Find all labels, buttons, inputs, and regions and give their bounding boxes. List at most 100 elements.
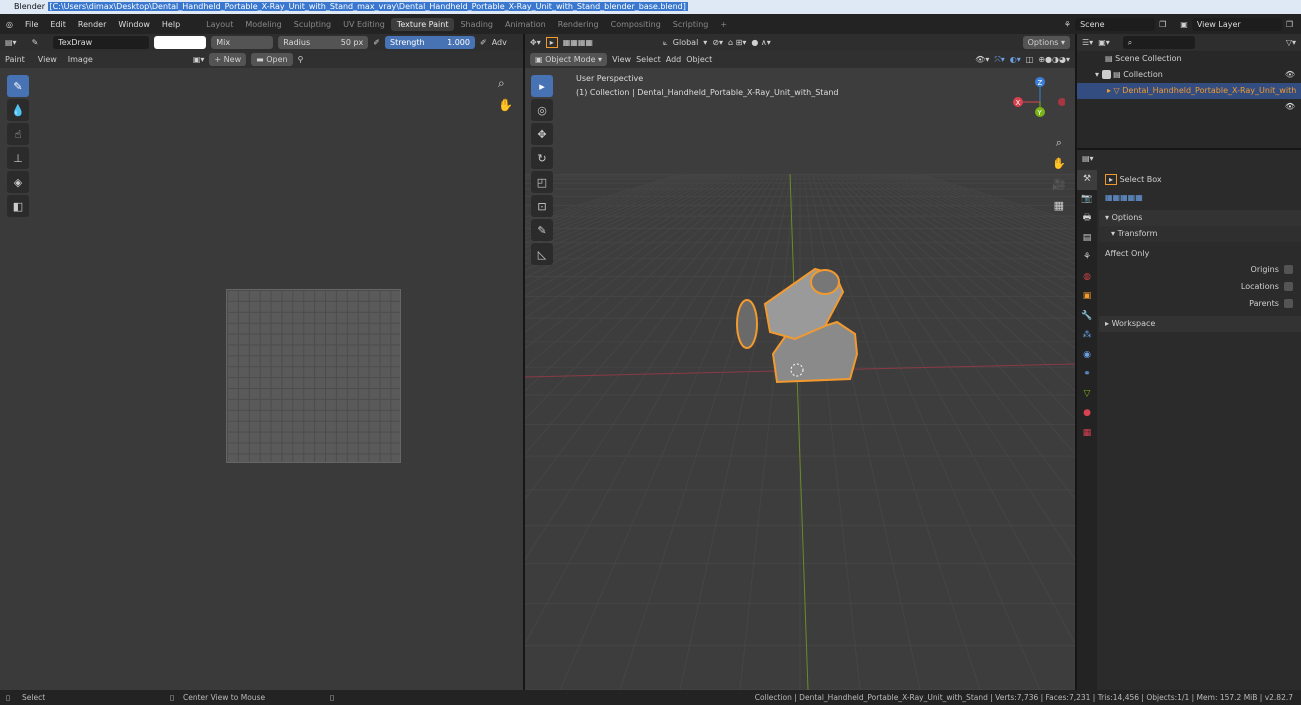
- scene-tab-icon[interactable]: ⚘: [1077, 248, 1097, 268]
- view-layer-icon[interactable]: ▣: [1180, 20, 1188, 29]
- orientation-select[interactable]: Global: [673, 38, 699, 47]
- filter-icon[interactable]: ▽▾: [1286, 38, 1296, 47]
- outliner-scene-collection[interactable]: ▤ Scene Collection: [1077, 51, 1301, 67]
- fill-tool-icon[interactable]: ◈: [7, 171, 29, 193]
- strength-pressure-icon[interactable]: ✐: [480, 38, 487, 47]
- view-layer-selector[interactable]: View Layer: [1191, 17, 1282, 31]
- perspective-grid-icon[interactable]: ▦: [1052, 195, 1066, 216]
- new-image-button[interactable]: + New: [209, 53, 247, 66]
- tab-texture-paint[interactable]: Texture Paint: [390, 17, 455, 31]
- outliner-collection[interactable]: ▾ ▤ Collection 👁: [1077, 67, 1301, 83]
- blend-mode-select[interactable]: Mix: [211, 36, 274, 49]
- color-swatch[interactable]: [154, 36, 207, 49]
- annotate-icon[interactable]: ✎: [531, 219, 553, 241]
- tab-uv-editing[interactable]: UV Editing: [337, 18, 391, 31]
- selection-mode-icons[interactable]: ▦▦▦▦▦: [1099, 190, 1301, 206]
- tab-modeling[interactable]: Modeling: [239, 18, 287, 31]
- view-layer-tab-icon[interactable]: ▤: [1077, 229, 1097, 249]
- select-menu[interactable]: Select: [636, 55, 661, 64]
- transform-subpanel-header[interactable]: ▾ Transform: [1099, 226, 1301, 242]
- zoom-icon[interactable]: ⌕: [1052, 132, 1066, 153]
- render-tab-icon[interactable]: 📷: [1077, 190, 1097, 210]
- select-box-icon[interactable]: ▸: [531, 75, 553, 97]
- mask-tool-icon[interactable]: ◧: [7, 195, 29, 217]
- advanced-menu[interactable]: Adv: [492, 38, 507, 47]
- material-tab-icon[interactable]: ●: [1077, 404, 1097, 424]
- blender-logo-icon[interactable]: ◎: [0, 20, 19, 29]
- proportional-icon[interactable]: ● ∧▾: [751, 38, 770, 47]
- rotate-icon[interactable]: ↻: [531, 147, 553, 169]
- data-tab-icon[interactable]: ▽: [1077, 385, 1097, 405]
- tab-compositing[interactable]: Compositing: [605, 18, 667, 31]
- outliner-object-row[interactable]: ▸ ▽ Dental_Handheld_Portable_X-Ray_Unit_…: [1077, 83, 1301, 111]
- soften-tool-icon[interactable]: 💧: [7, 99, 29, 121]
- add-workspace-button[interactable]: +: [714, 18, 733, 31]
- editor-type-icon[interactable]: ▤▾: [5, 38, 17, 47]
- move-icon[interactable]: ✥: [531, 123, 553, 145]
- smear-tool-icon[interactable]: ☝: [7, 123, 29, 145]
- draw-tool-icon[interactable]: ✎: [7, 75, 29, 97]
- pan-hand-icon[interactable]: ✋: [1052, 153, 1066, 174]
- workspace-panel-header[interactable]: ▸ Workspace: [1099, 316, 1301, 332]
- menu-render[interactable]: Render: [72, 20, 112, 29]
- strength-slider[interactable]: Strength 1.000: [384, 36, 475, 49]
- display-mode-icon[interactable]: ▣▾: [1098, 38, 1110, 47]
- gizmo-toggle-icon[interactable]: ⤧▾: [994, 55, 1004, 65]
- brush-name-field[interactable]: TexDraw: [53, 36, 150, 49]
- world-tab-icon[interactable]: ◍: [1077, 268, 1097, 288]
- active-tool[interactable]: ▸ Select Box: [1099, 170, 1301, 190]
- paint-mode-menu[interactable]: Paint: [5, 55, 25, 64]
- pan-hand-icon[interactable]: ✋: [498, 98, 513, 112]
- pin-icon[interactable]: ⚲: [298, 55, 304, 64]
- parents-checkbox[interactable]: Parents: [1099, 296, 1301, 312]
- texture-tab-icon[interactable]: ▦: [1077, 424, 1097, 444]
- menu-file[interactable]: File: [19, 20, 44, 29]
- scene-selector[interactable]: Scene: [1075, 17, 1156, 31]
- navigation-gizmo[interactable]: Z X Y: [1010, 76, 1065, 126]
- menu-help[interactable]: Help: [156, 20, 186, 29]
- object-tab-icon[interactable]: ▣: [1077, 287, 1097, 307]
- camera-icon[interactable]: 🎥: [1052, 174, 1066, 195]
- measure-icon[interactable]: ◺: [531, 243, 553, 265]
- output-tab-icon[interactable]: 🖶: [1077, 209, 1097, 229]
- cursor-icon[interactable]: ◎: [531, 99, 553, 121]
- clone-tool-icon[interactable]: ⊥: [7, 147, 29, 169]
- origins-checkbox[interactable]: Origins: [1099, 262, 1301, 278]
- orientation-icon[interactable]: ⟀: [663, 38, 668, 48]
- scene-icon[interactable]: ⚘: [1064, 20, 1071, 29]
- view-menu[interactable]: View: [38, 55, 57, 64]
- tab-scripting[interactable]: Scripting: [667, 18, 715, 31]
- open-image-button[interactable]: ▬ Open: [251, 53, 293, 66]
- modifier-tab-icon[interactable]: 🔧: [1077, 307, 1097, 327]
- physics-tab-icon[interactable]: ◉: [1077, 346, 1097, 366]
- new-scene-icon[interactable]: ❐: [1159, 20, 1166, 29]
- tool-tab-icon[interactable]: ⚒: [1077, 170, 1097, 190]
- locations-checkbox[interactable]: Locations: [1099, 279, 1301, 295]
- menu-edit[interactable]: Edit: [44, 20, 72, 29]
- menu-window[interactable]: Window: [112, 20, 156, 29]
- scale-icon[interactable]: ◰: [531, 171, 553, 193]
- object-mode-select[interactable]: ▣ Object Mode ▾: [530, 53, 608, 66]
- radius-pressure-icon[interactable]: ✐: [373, 38, 380, 47]
- xray-toggle-icon[interactable]: ◫: [1026, 55, 1034, 64]
- pivot-icon[interactable]: ⊘▾: [712, 38, 723, 47]
- image-browse-icon[interactable]: ▣▾: [193, 55, 205, 64]
- editor-type-icon[interactable]: ✥▾: [530, 38, 541, 47]
- tab-animation[interactable]: Animation: [499, 18, 552, 31]
- options-menu[interactable]: Options ▾: [1022, 36, 1070, 49]
- editor-type-icon[interactable]: ☰▾: [1082, 38, 1093, 47]
- snap-icon[interactable]: ⌂ ⊞▾: [728, 38, 746, 47]
- zoom-icon[interactable]: ⌕: [498, 76, 505, 91]
- brush-icon[interactable]: ✎: [32, 38, 39, 47]
- selection-mode-icons[interactable]: ▦▦▦▦: [563, 38, 593, 47]
- shading-mode-icons[interactable]: ⊕●◑◕▾: [1038, 55, 1070, 64]
- editor-type-icon[interactable]: ▤▾: [1082, 154, 1094, 163]
- tab-shading[interactable]: Shading: [454, 18, 499, 31]
- new-view-layer-icon[interactable]: ❐: [1286, 20, 1293, 29]
- add-menu[interactable]: Add: [666, 55, 682, 64]
- 3d-viewport[interactable]: ✥▾ ▸ ▦▦▦▦ ⟀ Global ▾ ⊘▾ ⌂ ⊞▾ ● ∧▾ Options…: [525, 34, 1075, 690]
- transform-icon[interactable]: ⊡: [531, 195, 553, 217]
- tab-sculpting[interactable]: Sculpting: [288, 18, 337, 31]
- view-menu[interactable]: View: [612, 55, 631, 64]
- tab-layout[interactable]: Layout: [200, 18, 239, 31]
